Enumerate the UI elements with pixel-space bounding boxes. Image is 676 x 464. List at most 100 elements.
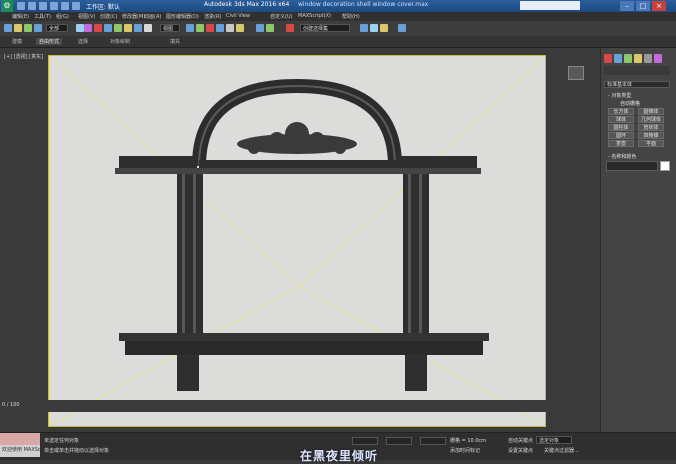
select-object-icon[interactable] bbox=[84, 24, 92, 32]
reference-coordinate-dropdown[interactable]: 视图 bbox=[160, 24, 180, 32]
menu-item[interactable]: 自定义(U) bbox=[270, 13, 293, 20]
primitive-button[interactable]: 几何球体 bbox=[638, 116, 664, 123]
primitive-button[interactable]: 四棱锥 bbox=[638, 132, 664, 139]
motion-tab-icon[interactable] bbox=[634, 54, 642, 63]
open-file-icon[interactable] bbox=[28, 2, 36, 10]
bind-space-warp-icon[interactable] bbox=[76, 24, 84, 32]
add-time-tag[interactable]: 添加时间标记 bbox=[450, 447, 480, 454]
set-key-button[interactable]: 设置关键点 bbox=[508, 447, 533, 454]
menu-item[interactable]: Civil View bbox=[226, 13, 250, 19]
display-tab-icon[interactable] bbox=[644, 54, 652, 63]
object-type-header[interactable]: - 对象类型 bbox=[608, 92, 631, 99]
file-title: window decoration shell window cover.max bbox=[298, 1, 429, 8]
angle-snap-icon[interactable] bbox=[216, 24, 224, 32]
new-file-icon[interactable] bbox=[17, 2, 25, 10]
percent-snap-icon[interactable] bbox=[226, 24, 234, 32]
viewcube-icon[interactable] bbox=[568, 66, 584, 80]
snap-icon[interactable] bbox=[206, 24, 214, 32]
key-mode-dropdown[interactable]: 选定对象 bbox=[536, 436, 572, 444]
menu-item[interactable]: MAXScript(X) bbox=[298, 13, 331, 19]
primitive-button[interactable]: 茶壶 bbox=[608, 140, 634, 147]
ribbon-tab[interactable]: 建模 bbox=[12, 38, 22, 45]
undo-icon[interactable] bbox=[4, 24, 12, 32]
select-manipulate-icon[interactable] bbox=[196, 24, 204, 32]
bracket-right bbox=[405, 355, 427, 391]
undo-icon[interactable] bbox=[50, 2, 58, 10]
primitive-button[interactable]: 长方体 bbox=[608, 108, 634, 115]
carved-ornament bbox=[237, 122, 357, 154]
cornice-base bbox=[115, 168, 481, 174]
maximize-button[interactable]: □ bbox=[636, 1, 650, 11]
align-icon[interactable] bbox=[266, 24, 274, 32]
ribbon-tab[interactable]: 自由形式 bbox=[36, 38, 63, 45]
object-name-field[interactable] bbox=[606, 161, 658, 171]
menu-item[interactable]: 工具(T) bbox=[34, 13, 51, 20]
perspective-viewport[interactable] bbox=[48, 55, 546, 427]
save-file-icon[interactable] bbox=[39, 2, 47, 10]
object-category-row[interactable] bbox=[604, 66, 670, 75]
autogrid-checkbox[interactable]: 自动栅格 bbox=[620, 100, 640, 107]
layer-icon[interactable] bbox=[286, 24, 294, 32]
selection-filter-dropdown[interactable]: 全部 bbox=[46, 24, 68, 32]
key-filters-button[interactable]: 关键点过滤器... bbox=[544, 447, 579, 454]
redo-icon[interactable] bbox=[14, 24, 22, 32]
menu-item[interactable]: 组(G) bbox=[56, 13, 69, 20]
close-button[interactable]: × bbox=[652, 1, 666, 11]
schematic-view-icon[interactable] bbox=[370, 24, 378, 32]
material-editor-icon[interactable] bbox=[380, 24, 388, 32]
primitive-button[interactable]: 圆锥体 bbox=[638, 108, 664, 115]
select-by-name-icon[interactable] bbox=[94, 24, 102, 32]
ribbon-tab[interactable]: 填充 bbox=[170, 38, 180, 45]
menu-item[interactable]: 动画(A) bbox=[144, 13, 161, 20]
redo-icon[interactable] bbox=[61, 2, 69, 10]
primitive-type-dropdown[interactable]: 标准基本体 bbox=[604, 81, 670, 88]
search-input[interactable] bbox=[520, 1, 580, 10]
timeline[interactable] bbox=[0, 400, 600, 412]
project-folder-icon[interactable] bbox=[72, 2, 80, 10]
primitive-button[interactable]: 球体 bbox=[608, 116, 634, 123]
scale-icon[interactable] bbox=[144, 24, 152, 32]
primitive-button[interactable]: 管状体 bbox=[638, 124, 664, 131]
y-coordinate-field[interactable] bbox=[386, 437, 412, 445]
unlink-icon[interactable] bbox=[34, 24, 42, 32]
primitive-button[interactable]: 平面 bbox=[638, 140, 664, 147]
menu-item[interactable]: 帮助(H) bbox=[342, 13, 360, 20]
mirror-icon[interactable] bbox=[256, 24, 264, 32]
menu-item[interactable]: 修改器(M) bbox=[122, 13, 145, 20]
app-logo-icon[interactable]: ⚙ bbox=[1, 0, 13, 12]
curve-editor-icon[interactable] bbox=[360, 24, 368, 32]
utilities-tab-icon[interactable] bbox=[654, 54, 662, 63]
modify-tab-icon[interactable] bbox=[614, 54, 622, 63]
z-coordinate-field[interactable] bbox=[420, 437, 446, 445]
object-color-swatch[interactable] bbox=[660, 161, 670, 171]
menu-item[interactable]: 渲染(R) bbox=[204, 13, 221, 20]
menu-item[interactable]: 图形编辑器(D) bbox=[166, 13, 199, 20]
window-crossing-icon[interactable] bbox=[114, 24, 122, 32]
link-icon[interactable] bbox=[24, 24, 32, 32]
ribbon-tab[interactable]: 对象绘制 bbox=[110, 38, 130, 45]
menu-item[interactable]: 创建(C) bbox=[100, 13, 117, 20]
menu-item[interactable]: 编辑(E) bbox=[12, 13, 29, 20]
maxscript-listener[interactable] bbox=[0, 433, 40, 445]
name-color-header[interactable]: - 名称和颜色 bbox=[608, 153, 636, 160]
auto-key-button[interactable]: 自动关键点 bbox=[508, 437, 533, 444]
ribbon-tab[interactable]: 选择 bbox=[78, 38, 88, 45]
grid-size-readout: 栅格 = 10.0cm bbox=[450, 438, 487, 444]
render-icon[interactable] bbox=[398, 24, 406, 32]
primitive-button[interactable]: 圆环 bbox=[608, 132, 634, 139]
rectangular-selection-icon[interactable] bbox=[104, 24, 112, 32]
move-icon[interactable] bbox=[124, 24, 132, 32]
time-slider-counter[interactable]: 0 / 100 bbox=[2, 402, 20, 408]
named-selection-dropdown[interactable]: 创建选择集 bbox=[300, 24, 350, 32]
x-coordinate-field[interactable] bbox=[352, 437, 378, 445]
workspace-selector[interactable]: 工作区: 默认 bbox=[86, 2, 120, 11]
pivot-icon[interactable] bbox=[186, 24, 194, 32]
minimize-button[interactable]: – bbox=[620, 1, 634, 11]
viewport-label[interactable]: [+] [透视] [真实] bbox=[4, 53, 43, 60]
hierarchy-tab-icon[interactable] bbox=[624, 54, 632, 63]
rotate-icon[interactable] bbox=[134, 24, 142, 32]
create-tab-icon[interactable] bbox=[604, 54, 612, 63]
spinner-snap-icon[interactable] bbox=[236, 24, 244, 32]
menu-item[interactable]: 视图(V) bbox=[78, 13, 95, 20]
primitive-button[interactable]: 圆柱体 bbox=[608, 124, 634, 131]
